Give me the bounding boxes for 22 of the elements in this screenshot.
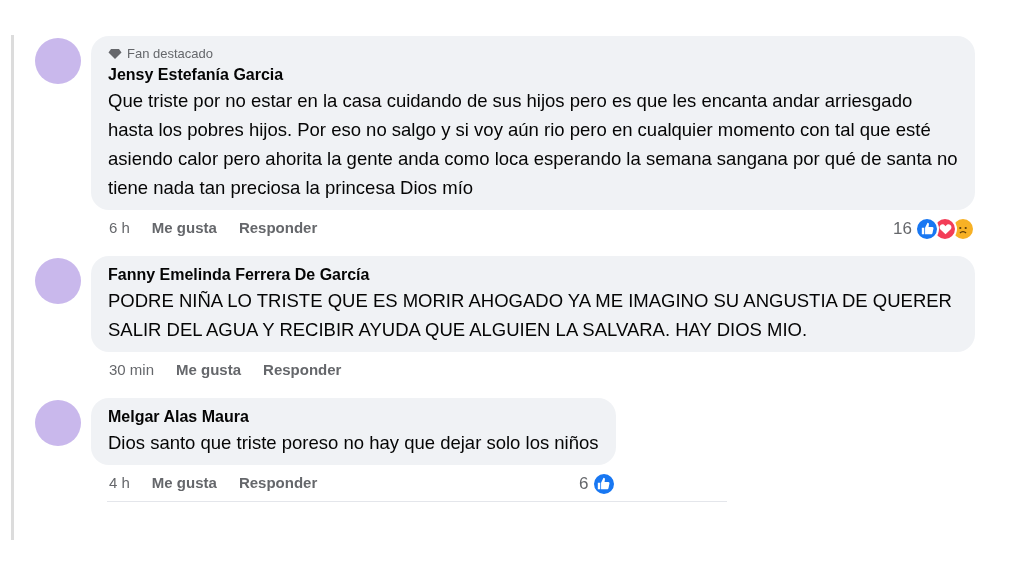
like-link[interactable]: Me gusta: [151, 472, 217, 495]
like-link[interactable]: Me gusta: [151, 217, 217, 240]
comment-time[interactable]: 6 h: [109, 217, 130, 240]
badge-label: Fan destacado: [127, 45, 213, 63]
author-name[interactable]: Fanny Emelinda Ferrera De García: [108, 263, 958, 286]
reply-link[interactable]: Responder: [263, 359, 342, 382]
diamond-icon: [108, 47, 122, 60]
reply-link[interactable]: Responder: [238, 472, 318, 495]
reaction-count[interactable]: 16: [893, 215, 912, 242]
author-name[interactable]: Jensy Estefanía Garcia: [108, 63, 958, 86]
comment-text: PODRE NIÑA LO TRISTE QUE ES MORIR AHOGADO YA ME IMAGINO SU ANGUSTIA DE QUERER SALIR DEL AGUA Y RECIBIR AYUDA QUE ALGUIEN LA SALVARA. HAY DIOS MIO.: [108, 288, 953, 342]
author-name[interactable]: Melgar Alas Maura: [108, 405, 599, 428]
reply-link[interactable]: Responder: [238, 217, 318, 240]
like-link[interactable]: Me gusta: [176, 359, 242, 382]
avatar-placeholder[interactable]: [35, 38, 81, 84]
comment-text: Dios santo que triste poreso no hay que dejar solo los niños: [108, 430, 599, 455]
comment-time[interactable]: 4 h: [109, 472, 130, 495]
reaction-count[interactable]: 6: [579, 470, 589, 497]
avatar-placeholder[interactable]: [35, 399, 81, 446]
comment-text: Que triste por no estar en la casa cuidando de sus hijos pero es que les encanta andar arriesgado hasta los pobres hijos. Por eso no salgo y si voy aún rio pero en cualquier momento con tal que esté asiendo calor pero ahorita la gente anda como loca esperando la semana sangana por qué de santa no tiene nada tan preciosa la princesa Dios mío: [108, 88, 958, 200]
avatar-placeholder[interactable]: [35, 257, 81, 304]
comment-time[interactable]: 30 min: [109, 359, 155, 382]
